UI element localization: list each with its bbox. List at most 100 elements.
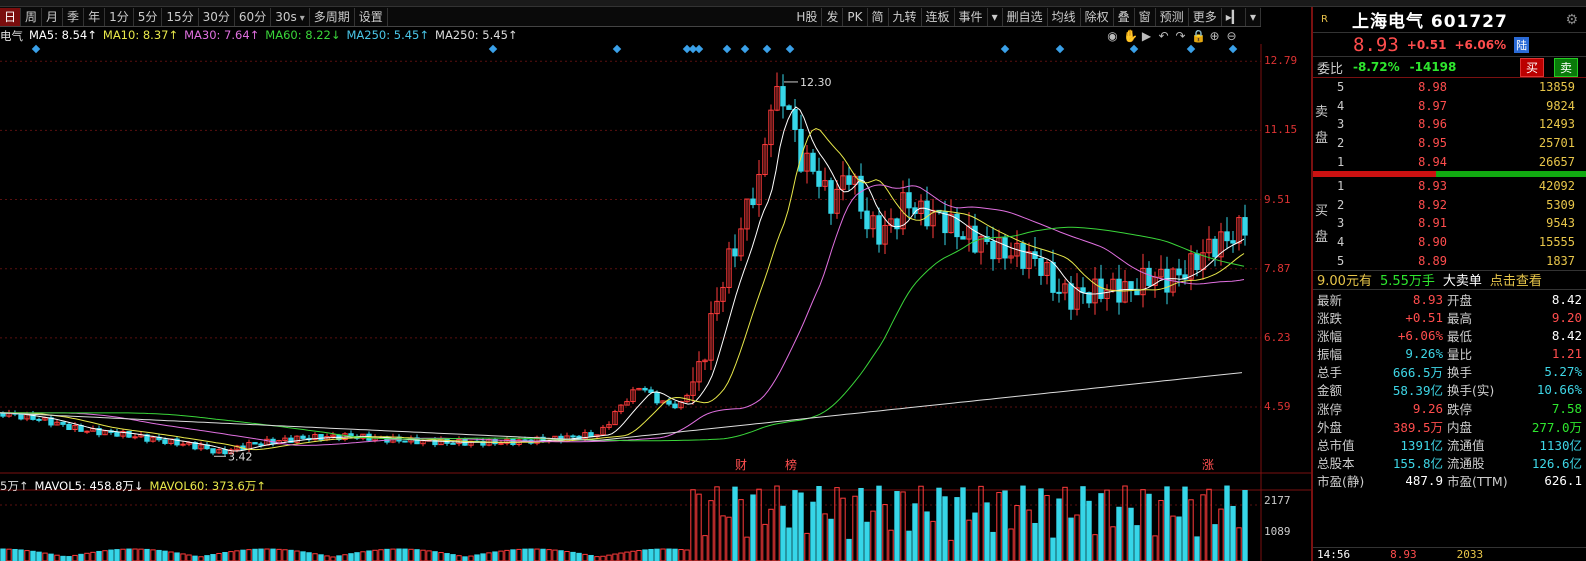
volume-bar [24, 550, 30, 561]
toolbar-item[interactable]: 简 [868, 7, 889, 26]
pan-icon[interactable]: ✋ [1123, 29, 1138, 43]
volume-bar [384, 548, 390, 561]
order-book-row[interactable]: 5 8.98 13859 [1313, 78, 1586, 97]
period-tab[interactable]: 年 [84, 7, 106, 26]
book-volume: 42092 [1538, 179, 1575, 194]
toolbar-item[interactable]: 均线 [1048, 7, 1081, 26]
volume-bar [1236, 527, 1242, 561]
volume-bar [84, 552, 90, 561]
undo-icon[interactable]: ↶ [1157, 29, 1170, 43]
buy-label: 买盘 [1315, 203, 1329, 245]
toolbar-item[interactable]: H股 [792, 7, 823, 26]
collapse-panel-button[interactable]: ▸▎ [1222, 7, 1246, 26]
volume-bar [816, 485, 822, 561]
volume-bar [582, 553, 588, 561]
event-dropdown-arrow[interactable]: ▾ [988, 7, 1003, 26]
stat-label: 最低 [1447, 328, 1473, 344]
toolbar-item[interactable]: 九转 [889, 7, 922, 26]
volume-bar [420, 549, 426, 561]
toolbar-dropdown-arrow[interactable]: ▾ [1246, 7, 1261, 26]
volume-bar [570, 551, 576, 561]
zoom-in-icon[interactable]: ⊕ [1208, 29, 1221, 43]
period-tab[interactable]: 周 [21, 7, 43, 26]
price-axis-label: 12.79 [1264, 54, 1298, 68]
order-book-row[interactable]: 4 8.97 9824 [1313, 97, 1586, 116]
toolbar-item[interactable]: 事件 [955, 7, 988, 26]
period-tab[interactable]: 30分 [199, 7, 235, 26]
candle-body [402, 440, 408, 443]
big-order-ticker[interactable]: 9.00元有 5.55万手 大卖单 点击查看 [1313, 269, 1586, 290]
volume-bar [276, 548, 282, 561]
order-book-row[interactable]: 5 8.89 1837 [1313, 251, 1586, 270]
period-tab[interactable]: 1分 [105, 7, 134, 26]
volume-bar [1110, 526, 1116, 561]
toolbar-item[interactable]: 叠 [1114, 7, 1135, 26]
ticker-link[interactable]: 点击查看 [1490, 270, 1542, 289]
period-tab[interactable]: 日 [0, 7, 22, 26]
lock-icon[interactable]: 🔒 [1191, 29, 1206, 43]
volume-bar [48, 553, 54, 561]
stat-row: 市盈(静) 487.9 市盈(TTM) 626.1 [1313, 472, 1586, 490]
period-tab[interactable]: 5分 [134, 7, 163, 26]
volume-bar [360, 551, 366, 561]
volume-bar [714, 486, 720, 561]
volume-bar [834, 487, 840, 561]
ma-legend-item: MA30: 7.64↑ [184, 28, 260, 42]
volume-bar [234, 550, 240, 561]
zoom-out-icon[interactable]: ⊖ [1225, 29, 1238, 43]
volume-bar [414, 549, 420, 561]
candle-body [1002, 237, 1008, 259]
period-tab[interactable]: 60分 [235, 7, 272, 26]
interval-select[interactable]: 30s [271, 7, 310, 26]
toolbar-item[interactable]: PK [843, 7, 868, 26]
order-book-row[interactable]: 3 8.96 12493 [1313, 115, 1586, 134]
candle-body [1242, 217, 1248, 236]
gear-icon[interactable]: ⚙ [1565, 12, 1578, 28]
weibi-row: 委比 -8.72% -14198 买 卖 [1313, 57, 1586, 78]
volume-bar [1224, 485, 1230, 561]
volume-bar [774, 485, 780, 561]
candle-body [876, 215, 882, 245]
toolbar-item[interactable]: 预测 [1156, 7, 1189, 26]
stat-label: 涨停 [1317, 401, 1343, 417]
period-tab[interactable]: 季 [63, 7, 85, 26]
volume-bar [402, 548, 408, 561]
volume-bar [1218, 508, 1224, 561]
settings-button[interactable]: 设置 [355, 7, 388, 26]
toolbar-item[interactable]: 更多 [1189, 7, 1222, 26]
volume-bar [906, 530, 912, 561]
toolbar-item[interactable]: 除权 [1081, 7, 1114, 26]
candle-body [78, 424, 84, 432]
event-marker [740, 44, 750, 54]
volume-bar [390, 548, 396, 561]
multi-period-button[interactable]: 多周期 [310, 7, 355, 26]
volume-bar [0, 548, 6, 561]
r-badge: R [1321, 14, 1328, 25]
volume-bar [564, 551, 570, 561]
order-book-row[interactable]: 1 8.93 42092 [1313, 177, 1586, 196]
order-book-row[interactable]: 2 8.95 25701 [1313, 134, 1586, 153]
toolbar-item[interactable]: 窗 [1135, 7, 1156, 26]
order-book-row[interactable]: 4 8.90 15555 [1313, 233, 1586, 252]
toolbar-item[interactable]: 发 [822, 7, 844, 26]
order-book-row[interactable]: 3 8.91 9543 [1313, 214, 1586, 233]
sell-button[interactable]: 卖 [1553, 57, 1578, 77]
toolbar-item[interactable]: 连板 [922, 7, 955, 26]
volume-bar [36, 551, 42, 561]
order-book-row[interactable]: 2 8.92 5309 [1313, 196, 1586, 215]
period-tab[interactable]: 月 [42, 7, 64, 26]
toolbar-item[interactable]: 删自选 [1003, 7, 1048, 26]
redo-icon[interactable]: ↷ [1174, 29, 1187, 43]
candle-body [162, 439, 168, 444]
order-book-row[interactable]: 1 8.94 26657 [1313, 152, 1586, 171]
eye-icon[interactable]: ◉ [1106, 29, 1119, 43]
play-icon[interactable]: ▶ [1140, 29, 1153, 43]
stock-title: R 上海电气 601727 ⚙ [1313, 7, 1586, 33]
volume-bar [1230, 505, 1236, 561]
tick-row: 14:56 8.93 2033 [1313, 547, 1586, 561]
buy-button[interactable]: 买 [1519, 57, 1544, 77]
candle-body [1056, 291, 1062, 294]
period-tab[interactable]: 15分 [162, 7, 199, 26]
volume-bar [846, 538, 852, 561]
volume-bar [798, 492, 804, 561]
